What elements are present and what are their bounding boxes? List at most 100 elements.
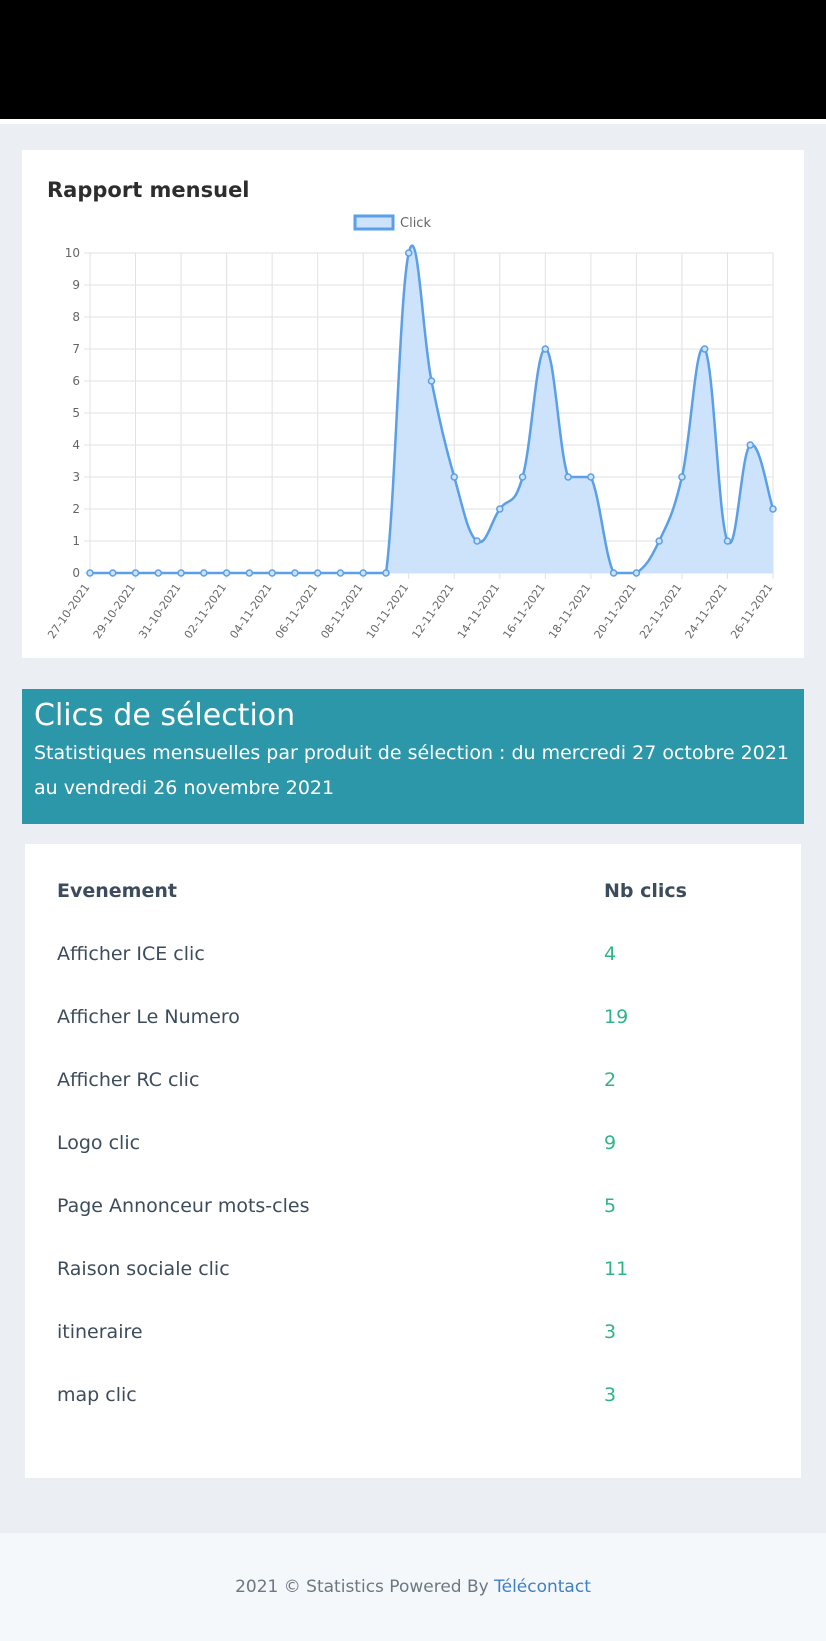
footer: 2021 © Statistics Powered By Télécontact <box>0 1533 826 1641</box>
y-tick-label: 8 <box>72 310 80 324</box>
y-tick-label: 1 <box>72 534 80 548</box>
footer-link-telecontact[interactable]: Télécontact <box>494 1577 591 1597</box>
line-chart: 0 1 2 3 4 5 6 7 8 9 10 27-10-202129-10-202131-10-20… <box>45 214 777 641</box>
y-tick-label: 4 <box>72 438 80 452</box>
x-tick-label: 06-11-2021 <box>273 581 320 641</box>
data-point <box>359 569 367 577</box>
section-banner: Clics de sélection Statistiques mensuell… <box>22 689 804 824</box>
data-point <box>450 473 459 481</box>
footer-text: 2021 © Statistics Powered By Télécontact <box>0 1577 826 1597</box>
click-count: 11 <box>604 1258 629 1280</box>
chart-card: Rapport mensuel 0 1 2 3 4 5 6 7 8 9 10 27-10-2021 29… <box>22 150 804 658</box>
data-point <box>291 569 299 577</box>
data-point <box>313 569 322 577</box>
x-tick-label: 29-10-2021 <box>91 581 138 641</box>
y-tick-label: 2 <box>72 502 80 516</box>
legend-label: Click <box>400 216 431 231</box>
table-row: Afficher Le Numero 19 <box>25 1006 801 1036</box>
x-tick-label: 16-11-2021 <box>500 581 547 641</box>
data-point <box>336 569 345 577</box>
click-count: 2 <box>604 1069 617 1091</box>
event-name: Afficher Le Numero <box>57 1006 240 1028</box>
column-header-count: Nb clics <box>604 880 687 902</box>
data-point <box>769 505 777 513</box>
x-tick-label: 10-11-2021 <box>364 581 411 641</box>
data-point <box>86 569 94 577</box>
event-name: Page Annonceur mots-cles <box>57 1195 310 1217</box>
table-row: Page Annonceur mots-cles 5 <box>25 1195 801 1225</box>
y-tick-label: 9 <box>72 278 80 292</box>
data-point <box>473 537 481 545</box>
x-tick-label: 26-11-2021 <box>728 581 775 641</box>
data-point <box>177 569 185 577</box>
data-point <box>700 345 709 353</box>
event-name: Afficher RC clic <box>57 1069 200 1091</box>
x-tick-label: 22-11-2021 <box>637 581 684 641</box>
data-point <box>427 377 436 385</box>
data-point <box>678 473 686 481</box>
click-count: 3 <box>604 1321 617 1343</box>
data-point <box>404 249 413 257</box>
data-point <box>632 569 641 577</box>
data-point <box>245 569 254 577</box>
click-count: 4 <box>604 943 617 965</box>
x-tick-label: 08-11-2021 <box>318 581 365 641</box>
data-point <box>746 441 754 449</box>
x-tick-label: 12-11-2021 <box>409 581 456 641</box>
x-tick-label: 27-10-2021 <box>45 581 92 641</box>
y-tick-label: 7 <box>72 342 80 356</box>
x-tick-label: 31-10-2021 <box>136 581 183 641</box>
data-point <box>222 569 231 577</box>
banner-subtitle: Statistiques mensuelles par produit de s… <box>34 742 790 799</box>
legend-swatch <box>353 214 395 231</box>
column-header-event: Evenement <box>57 880 177 902</box>
data-point <box>518 473 527 481</box>
data-point <box>109 569 117 577</box>
data-point <box>541 345 550 353</box>
table-row: itineraire 3 <box>25 1321 801 1351</box>
y-tick-label: 5 <box>72 406 80 420</box>
data-point <box>655 537 663 545</box>
footer-copyright: 2021 © Statistics Powered By <box>235 1577 489 1597</box>
event-name: Logo clic <box>57 1132 141 1154</box>
table-row: Logo clic 9 <box>25 1132 801 1162</box>
data-point <box>609 569 618 577</box>
y-tick-label: 0 <box>72 566 80 580</box>
event-name: Afficher ICE clic <box>57 943 205 965</box>
event-name: itineraire <box>57 1321 143 1343</box>
top-bar <box>0 0 826 119</box>
y-tick-label: 10 <box>65 246 80 260</box>
table-header-row: Evenement Nb clics <box>25 880 801 908</box>
click-count: 3 <box>604 1384 617 1406</box>
x-tick-label: 02-11-2021 <box>182 581 229 641</box>
table-row: map clic 3 <box>25 1384 801 1414</box>
x-tick-label: 18-11-2021 <box>546 581 593 641</box>
data-point <box>131 569 140 577</box>
data-point <box>723 537 732 545</box>
series-area-click <box>90 245 773 573</box>
y-tick-label: 6 <box>72 374 80 388</box>
data-point <box>382 569 390 577</box>
click-count: 9 <box>604 1132 617 1154</box>
table-row: Afficher ICE clic 4 <box>25 943 801 973</box>
x-tick-label: 04-11-2021 <box>227 581 274 641</box>
table-row: Afficher RC clic 2 <box>25 1069 801 1099</box>
x-tick-label: 20-11-2021 <box>592 581 639 641</box>
top-bar-edge <box>0 119 826 124</box>
y-tick-label: 3 <box>72 470 80 484</box>
data-point <box>587 473 595 481</box>
stats-table: Evenement Nb clics Afficher ICE clic 4 A… <box>25 844 801 1478</box>
click-count: 19 <box>604 1006 629 1028</box>
data-point <box>496 505 504 513</box>
banner-title: Clics de sélection <box>34 698 296 733</box>
data-point <box>200 569 208 577</box>
event-name: map clic <box>57 1384 137 1406</box>
event-name: Raison sociale clic <box>57 1258 230 1280</box>
table-row: Raison sociale clic 11 <box>25 1258 801 1288</box>
data-point <box>268 569 276 577</box>
data-point <box>564 473 572 481</box>
x-tick-label: 14-11-2021 <box>455 581 502 641</box>
x-tick-label: 24-11-2021 <box>683 581 730 641</box>
click-count: 5 <box>604 1195 617 1217</box>
data-point <box>154 569 163 577</box>
